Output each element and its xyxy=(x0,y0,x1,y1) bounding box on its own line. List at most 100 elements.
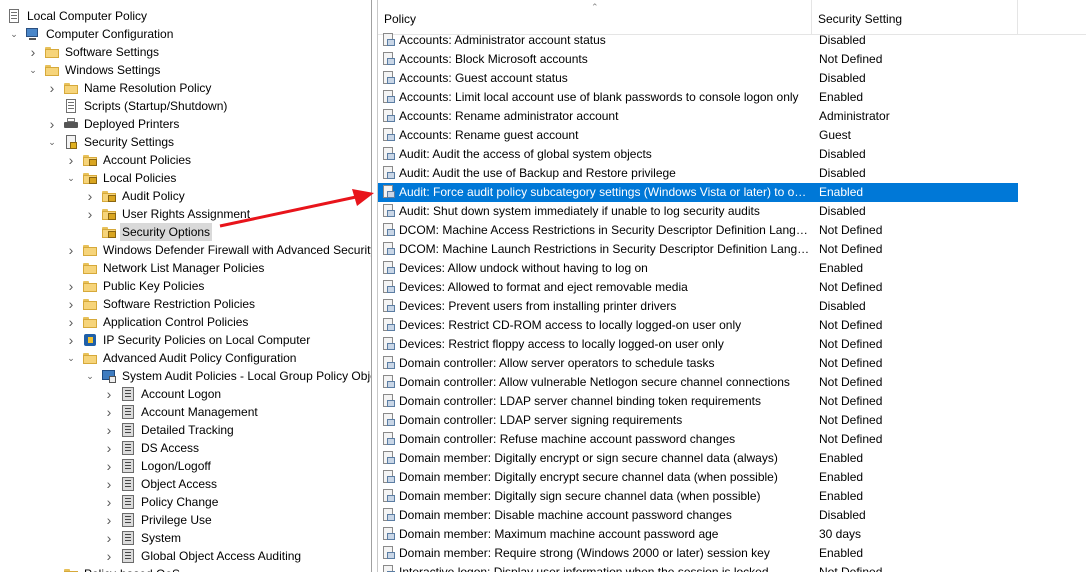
chevron-down-icon[interactable]: ⌄ xyxy=(27,61,39,79)
tree-node[interactable]: Security Options xyxy=(84,223,213,241)
chevron-right-icon[interactable]: › xyxy=(103,439,115,457)
chevron-right-icon[interactable]: › xyxy=(103,385,115,403)
security-setting-value: Not Defined xyxy=(819,565,883,572)
chevron-right-icon[interactable]: › xyxy=(65,241,77,259)
table-row[interactable]: Accounts: Administrator account status Di… xyxy=(378,31,1018,50)
tree-node[interactable]: › Account Management xyxy=(103,403,260,421)
chevron-right-icon[interactable]: › xyxy=(103,547,115,565)
table-row[interactable]: Domain member: Digitally sign secure cha… xyxy=(378,487,1018,506)
chevron-right-icon[interactable]: › xyxy=(27,43,39,61)
chevron-down-icon[interactable]: ⌄ xyxy=(65,169,77,187)
tree-node[interactable]: ⌄ System Audit Policies - Local Group Pol… xyxy=(84,367,371,385)
tree-node[interactable]: › Software Restriction Policies xyxy=(65,295,257,313)
list-header: Policy ⌃ Security Setting xyxy=(378,0,1086,35)
chevron-right-icon[interactable]: › xyxy=(103,421,115,439)
tree-node[interactable]: › Name Resolution Policy xyxy=(46,79,213,97)
tree-node[interactable]: ⌄ Security Settings xyxy=(46,133,176,151)
table-row[interactable]: Domain member: Digitally encrypt or sign… xyxy=(378,449,1018,468)
chevron-right-icon[interactable]: › xyxy=(103,403,115,421)
tree-node[interactable]: › Application Control Policies xyxy=(65,313,250,331)
tree-node[interactable]: › Deployed Printers xyxy=(46,115,181,133)
tree-node[interactable]: › Account Policies xyxy=(65,151,193,169)
table-row[interactable]: Domain controller: LDAP server channel b… xyxy=(378,392,1018,411)
table-row[interactable]: Domain controller: Refuse machine accoun… xyxy=(378,430,1018,449)
table-row[interactable]: Devices: Allow undock without having to … xyxy=(378,259,1018,278)
chevron-right-icon[interactable]: › xyxy=(103,493,115,511)
tree-node[interactable]: › Account Logon xyxy=(103,385,223,403)
chevron-right-icon[interactable]: › xyxy=(103,511,115,529)
tree-node[interactable]: › System xyxy=(103,529,183,547)
tree-node[interactable]: › Windows Defender Firewall with Advanced… xyxy=(65,241,371,259)
tree-node[interactable]: › Policy-based QoS xyxy=(46,565,182,572)
table-row[interactable]: Devices: Prevent users from installing p… xyxy=(378,297,1018,316)
table-row[interactable]: Audit: Audit the access of global system… xyxy=(378,145,1018,164)
table-row[interactable]: Accounts: Rename guest account Guest xyxy=(378,126,1018,145)
chevron-right-icon[interactable]: › xyxy=(46,565,58,572)
tree-node[interactable]: › Detailed Tracking xyxy=(103,421,236,439)
table-row[interactable]: Interactive logon: Display user informat… xyxy=(378,563,1018,572)
chevron-down-icon[interactable]: ⌄ xyxy=(8,25,20,43)
tree-node[interactable]: ⌄ Windows Settings xyxy=(27,61,162,79)
chevron-right-icon[interactable]: › xyxy=(46,115,58,133)
chevron-right-icon[interactable]: › xyxy=(46,79,58,97)
table-row[interactable]: Domain controller: Allow server operator… xyxy=(378,354,1018,373)
table-row[interactable]: Devices: Restrict CD-ROM access to local… xyxy=(378,316,1018,335)
table-row[interactable]: Accounts: Block Microsoft accounts Not De… xyxy=(378,50,1018,69)
table-row[interactable]: Accounts: Guest account status Disabled xyxy=(378,69,1018,88)
chevron-down-icon[interactable]: ⌄ xyxy=(46,133,58,151)
table-row[interactable]: Domain member: Digitally encrypt secure … xyxy=(378,468,1018,487)
policy-list[interactable]: Policy ⌃ Security Setting Accounts: Admi… xyxy=(378,0,1086,572)
table-row[interactable]: Domain member: Require strong (Windows 2… xyxy=(378,544,1018,563)
tree-node[interactable]: ⌄ Local Policies xyxy=(65,169,178,187)
tree-node[interactable]: › Public Key Policies xyxy=(65,277,206,295)
table-row[interactable]: Audit: Shut down system immediately if u… xyxy=(378,202,1018,221)
table-row[interactable]: Audit: Force audit policy subcategory se… xyxy=(378,183,1018,202)
tree-node[interactable]: ⌄ Computer Configuration xyxy=(8,25,175,43)
tree-node[interactable]: › Software Settings xyxy=(27,43,161,61)
chevron-right-icon[interactable]: › xyxy=(65,277,77,295)
tree-node[interactable]: › IP Security Policies on Local Computer xyxy=(65,331,312,349)
chevron-right-icon[interactable]: › xyxy=(84,205,96,223)
chevron-right-icon[interactable]: › xyxy=(103,457,115,475)
tree-node[interactable]: › Logon/Logoff xyxy=(103,457,213,475)
tree-node[interactable]: ⌄ Advanced Audit Policy Configuration xyxy=(65,349,298,367)
folder-icon xyxy=(82,296,98,312)
tree-node[interactable]: › Object Access xyxy=(103,475,219,493)
tree-node[interactable]: Scripts (Startup/Shutdown) xyxy=(46,97,229,115)
column-header-setting[interactable]: Security Setting xyxy=(812,0,1018,34)
console-tree[interactable]: Local Computer Policy ⌄ Computer Configura… xyxy=(0,0,372,572)
table-row[interactable]: Devices: Restrict floppy access to local… xyxy=(378,335,1018,354)
table-row[interactable]: Devices: Allowed to format and eject rem… xyxy=(378,278,1018,297)
tree-node[interactable]: Network List Manager Policies xyxy=(65,259,266,277)
table-row[interactable]: DCOM: Machine Access Restrictions in Sec… xyxy=(378,221,1018,240)
policy-setting-icon xyxy=(382,52,396,66)
table-row[interactable]: Audit: Audit the use of Backup and Resto… xyxy=(378,164,1018,183)
policy-name: DCOM: Machine Launch Restrictions in Sec… xyxy=(399,242,811,256)
chevron-right-icon[interactable]: › xyxy=(103,475,115,493)
tree-node[interactable]: › Privilege Use xyxy=(103,511,214,529)
chevron-right-icon[interactable]: › xyxy=(65,313,77,331)
tree-node[interactable]: › Global Object Access Auditing xyxy=(103,547,303,565)
chevron-right-icon[interactable]: › xyxy=(103,529,115,547)
chevron-right-icon[interactable]: › xyxy=(65,331,77,349)
tree-node[interactable]: › Audit Policy xyxy=(84,187,187,205)
chevron-down-icon[interactable]: ⌄ xyxy=(65,349,77,367)
tree-node[interactable]: › Policy Change xyxy=(103,493,220,511)
tree-node[interactable]: › DS Access xyxy=(103,439,201,457)
chevron-down-icon[interactable]: ⌄ xyxy=(84,367,96,385)
tree-node[interactable]: Local Computer Policy xyxy=(6,7,149,25)
table-row[interactable]: Domain member: Maximum machine account p… xyxy=(378,525,1018,544)
table-row[interactable]: Domain member: Disable machine account p… xyxy=(378,506,1018,525)
padlock-icon xyxy=(108,213,116,220)
table-row[interactable]: DCOM: Machine Launch Restrictions in Sec… xyxy=(378,240,1018,259)
tree-node-label: Audit Policy xyxy=(122,189,185,203)
chevron-right-icon[interactable]: › xyxy=(84,187,96,205)
table-row[interactable]: Domain controller: Allow vulnerable Netl… xyxy=(378,373,1018,392)
tree-node-label: Security Options xyxy=(120,223,213,241)
chevron-right-icon[interactable]: › xyxy=(65,151,77,169)
table-row[interactable]: Domain controller: LDAP server signing r… xyxy=(378,411,1018,430)
table-row[interactable]: Accounts: Rename administrator account Ad… xyxy=(378,107,1018,126)
chevron-right-icon[interactable]: › xyxy=(65,295,77,313)
tree-node[interactable]: › User Rights Assignment xyxy=(84,205,252,223)
table-row[interactable]: Accounts: Limit local account use of bla… xyxy=(378,88,1018,107)
